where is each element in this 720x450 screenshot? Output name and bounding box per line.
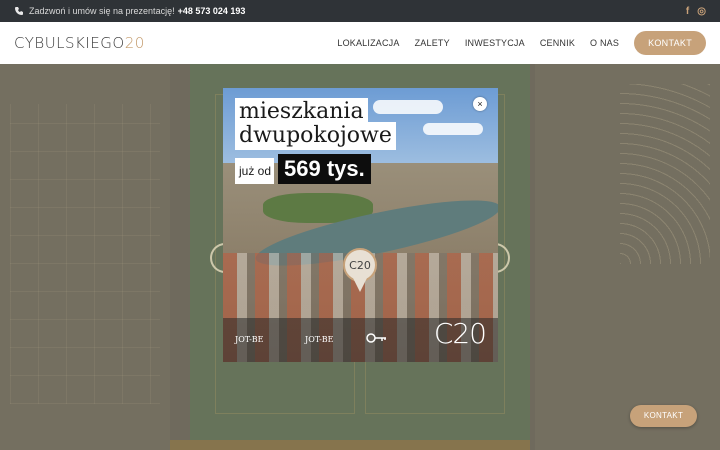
promo-price: 569 tys. bbox=[278, 154, 371, 184]
promo-modal: mieszkania dwupokojowe już od 569 tys. C… bbox=[223, 88, 498, 362]
jotbe-logo-2: JOT-BE bbox=[305, 335, 334, 344]
main-nav: LOKALIZACJA ZALETY INWESTYCJA CENNIK O N… bbox=[322, 31, 706, 55]
location-pin-tail bbox=[353, 278, 367, 292]
c20-logo: C20 bbox=[433, 317, 487, 350]
phone-icon bbox=[14, 6, 24, 16]
site-logo[interactable]: CYBULSKIEGO20 bbox=[14, 34, 145, 52]
facebook-icon[interactable]: f bbox=[686, 6, 689, 17]
nav-inwestycja[interactable]: INWESTYCJA bbox=[465, 38, 525, 48]
jotbe-logo-1: JOT-BE bbox=[235, 335, 264, 344]
site-header: CYBULSKIEGO20 LOKALIZACJA ZALETY INWESTY… bbox=[0, 22, 720, 64]
cloud bbox=[423, 123, 483, 135]
call-to-action-text: Zadzwoń i umów się na prezentację! bbox=[29, 6, 175, 16]
promo-price-prefix: już od bbox=[235, 158, 275, 184]
top-bar: Zadzwoń i umów się na prezentację! +48 5… bbox=[0, 0, 720, 22]
phone-number-link[interactable]: +48 573 024 193 bbox=[178, 6, 246, 16]
nav-cennik[interactable]: CENNIK bbox=[540, 38, 575, 48]
logo-number: 20 bbox=[124, 34, 145, 52]
location-pin-icon: C20 bbox=[343, 248, 377, 282]
nav-lokalizacja[interactable]: LOKALIZACJA bbox=[337, 38, 399, 48]
logo-text: CYBULSKIEGO bbox=[14, 34, 125, 52]
cloud bbox=[373, 100, 443, 114]
nav-zalety[interactable]: ZALETY bbox=[415, 38, 450, 48]
pin-label: C20 bbox=[349, 258, 371, 272]
close-modal-button[interactable]: × bbox=[473, 97, 487, 111]
kontakt-button[interactable]: KONTAKT bbox=[634, 31, 706, 55]
floating-kontakt-button[interactable]: KONTAKT bbox=[630, 405, 697, 427]
social-links: f ◎ bbox=[686, 6, 706, 17]
promo-headline-line2: dwupokojowe bbox=[235, 122, 396, 150]
nav-o-nas[interactable]: O NAS bbox=[590, 38, 619, 48]
key-icon bbox=[366, 331, 388, 345]
instagram-icon[interactable]: ◎ bbox=[697, 6, 706, 17]
